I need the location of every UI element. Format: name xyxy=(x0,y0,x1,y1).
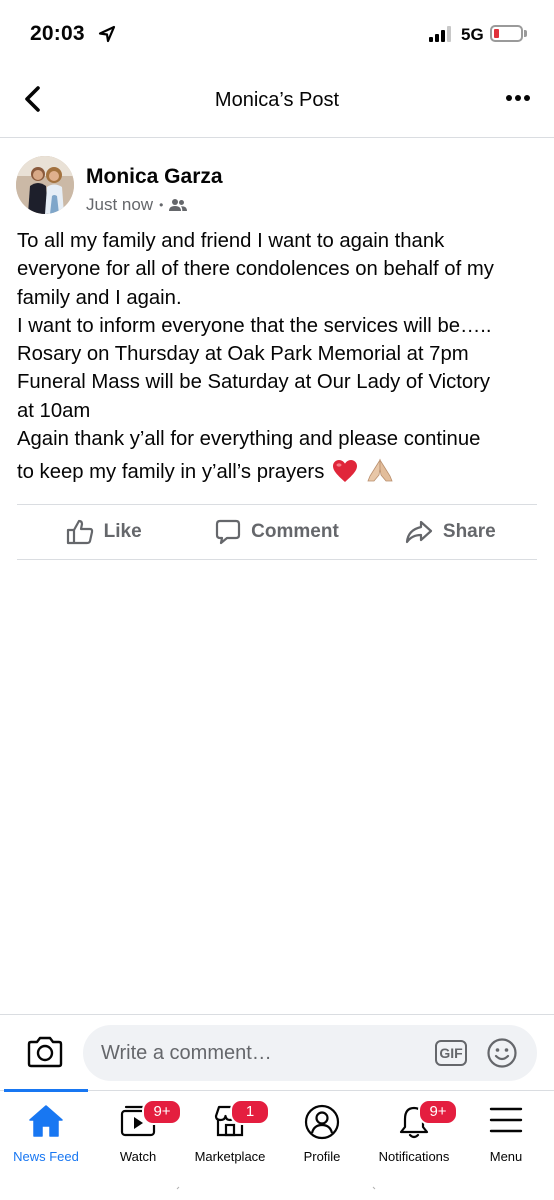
post-body: To all my family and friend I want to ag… xyxy=(17,227,542,487)
camera-icon[interactable] xyxy=(26,1035,64,1069)
notification-badge: 9+ xyxy=(142,1099,182,1125)
tab-label: Marketplace xyxy=(194,1149,266,1164)
battery-tip xyxy=(524,30,527,37)
tab-notifications[interactable]: 9+ Notifications xyxy=(368,1091,460,1171)
profile-icon xyxy=(304,1104,340,1140)
home-indicator xyxy=(176,1186,376,1190)
red-heart-emoji xyxy=(332,460,357,483)
comment-label: Comment xyxy=(251,521,339,542)
tab-watch[interactable]: 9+ Watch xyxy=(92,1091,184,1171)
home-icon xyxy=(29,1105,63,1137)
author-name[interactable]: Monica Garza xyxy=(86,165,223,189)
tab-label: News Feed xyxy=(13,1149,79,1164)
post-line: at 10am xyxy=(17,399,91,422)
avatar-photo xyxy=(16,156,74,214)
tab-label: Menu xyxy=(489,1149,523,1164)
friends-audience-icon xyxy=(169,199,188,211)
nav-bar: Monica’s Post xyxy=(0,70,554,138)
tab-label: Notifications xyxy=(378,1149,450,1164)
like-label: Like xyxy=(103,521,142,542)
tab-menu[interactable]: Menu xyxy=(460,1091,552,1171)
emoji-smile-icon[interactable] xyxy=(486,1037,518,1069)
battery-icon xyxy=(490,25,523,42)
post-line: Rosary on Thursday at Oak Park Memorial … xyxy=(17,343,469,366)
notification-badge: 1 xyxy=(230,1099,270,1125)
post-line: Again thank y’all for everything and ple… xyxy=(17,428,481,451)
tab-news-feed[interactable]: News Feed xyxy=(0,1091,92,1171)
notification-badge: 9+ xyxy=(418,1099,458,1125)
comment-placeholder: Write a comment… xyxy=(101,1042,272,1064)
post-line: To all my family and friend I want to ag… xyxy=(17,230,445,252)
post-line: to keep my family in y’all’s prayers xyxy=(17,461,325,484)
post-line: family and I again. xyxy=(17,286,182,309)
comment-bubble-icon xyxy=(216,519,241,545)
tab-label: Profile xyxy=(303,1149,341,1164)
timestamp[interactable]: Just now xyxy=(86,195,153,215)
tab-profile[interactable]: Profile xyxy=(276,1091,368,1171)
signal-strength-icon xyxy=(429,26,451,42)
gif-icon[interactable]: GIF xyxy=(435,1040,467,1066)
post-line: Funeral Mass will be Saturday at Our Lad… xyxy=(17,371,491,394)
share-button[interactable]: Share xyxy=(364,505,537,559)
post-meta: Just now • xyxy=(86,195,188,215)
menu-icon xyxy=(489,1107,523,1133)
comment-input[interactable]: Write a comment… GIF xyxy=(83,1025,537,1081)
post-line: I want to inform everyone that the servi… xyxy=(17,314,492,337)
tab-label: Watch xyxy=(119,1149,157,1164)
share-label: Share xyxy=(442,521,496,542)
separator-dot: • xyxy=(159,198,164,212)
share-arrow-icon xyxy=(405,520,433,544)
tab-bar: News Feed 9+ Watch 1 Marketplace Profile xyxy=(0,1089,554,1200)
comment-button[interactable]: Comment xyxy=(190,505,363,559)
status-time: 20:03 xyxy=(30,22,85,45)
like-button[interactable]: Like xyxy=(17,505,190,559)
page-title: Monica’s Post xyxy=(214,89,340,111)
post-line: everyone for all of there condolences on… xyxy=(17,258,494,281)
praying-hands-emoji xyxy=(367,458,393,482)
post-actions: Like Comment Share xyxy=(17,504,537,560)
post-last-line: to keep my family in y’all’s prayers xyxy=(17,457,542,486)
avatar[interactable] xyxy=(16,156,74,214)
status-bar: 20:03 5G xyxy=(0,0,554,70)
location-arrow-icon xyxy=(98,25,116,43)
comment-bar: Write a comment… GIF xyxy=(0,1014,554,1090)
network-type: 5G xyxy=(461,25,484,44)
tab-marketplace[interactable]: 1 Marketplace xyxy=(184,1091,276,1171)
more-dots-icon[interactable] xyxy=(506,88,534,108)
like-thumb-icon xyxy=(66,519,93,545)
